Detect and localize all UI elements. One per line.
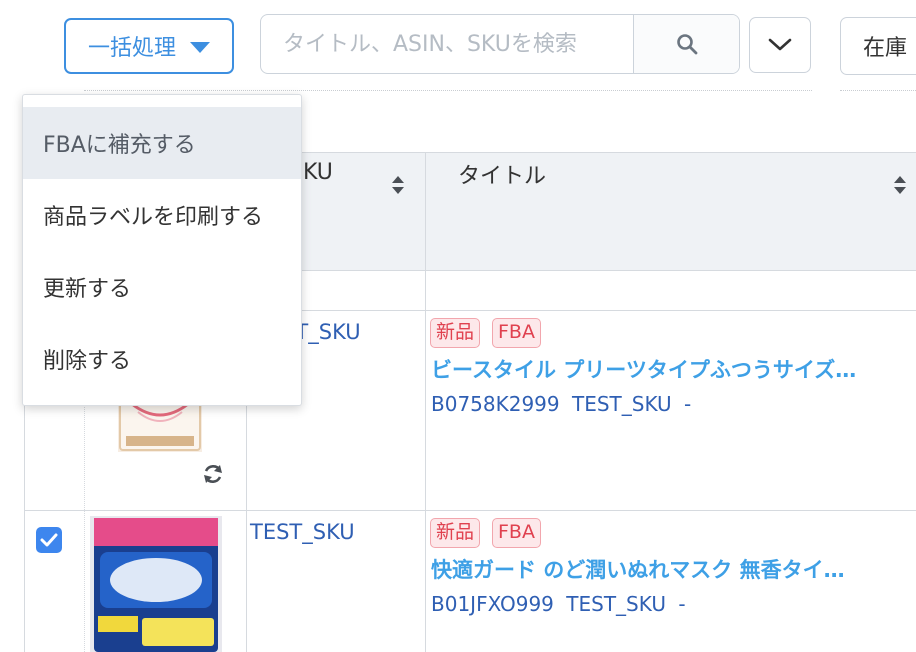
bulk-action-label: 一括処理 xyxy=(87,35,176,60)
divider xyxy=(84,90,812,91)
product-meta: B0758K2999 TEST_SKU - xyxy=(431,392,691,416)
extra-meta: - xyxy=(684,392,692,416)
badge-fba: FBA xyxy=(492,518,541,548)
search-input[interactable] xyxy=(261,15,633,73)
sort-icon[interactable] xyxy=(894,176,906,194)
menu-item-replenish-fba[interactable]: FBAに補充する xyxy=(23,107,301,179)
asin[interactable]: B0758K2999 xyxy=(431,392,560,416)
stock-filter-label: 在庫 xyxy=(863,36,908,61)
divider xyxy=(840,90,916,91)
sku-meta: TEST_SKU xyxy=(566,592,666,616)
bulk-action-button[interactable]: 一括処理 xyxy=(64,18,234,74)
row-divider xyxy=(24,510,916,511)
product-title-link[interactable]: 快適ガード のど潤いぬれマスク 無香タイ… xyxy=(431,554,845,584)
sku-meta: TEST_SKU xyxy=(572,392,672,416)
bulk-action-menu: FBAに補充する 商品ラベルを印刷する 更新する 削除する xyxy=(22,94,302,406)
column-divider xyxy=(425,152,426,652)
refresh-icon[interactable] xyxy=(201,462,225,486)
product-thumbnail[interactable] xyxy=(90,516,222,652)
chevron-down-icon xyxy=(768,38,792,51)
checkmark-icon xyxy=(40,533,58,547)
badge-fba: FBA xyxy=(492,318,541,348)
menu-item-update[interactable]: 更新する xyxy=(23,251,301,323)
product-meta: B01JFXO999 TEST_SKU - xyxy=(431,592,686,616)
badge-condition: 新品 xyxy=(430,518,481,548)
product-title-link[interactable]: ビースタイル プリーツタイプふつうサイズ… xyxy=(431,354,856,384)
menu-item-print-labels[interactable]: 商品ラベルを印刷する xyxy=(23,179,301,251)
sku-cell[interactable]: TEST_SKU xyxy=(250,520,355,544)
stock-filter-button[interactable]: 在庫 xyxy=(840,17,916,75)
search-icon xyxy=(676,34,697,55)
extra-meta: - xyxy=(678,592,686,616)
search-box xyxy=(260,14,740,74)
search-button[interactable] xyxy=(633,15,739,73)
sort-icon[interactable] xyxy=(392,176,404,194)
row-checkbox[interactable] xyxy=(36,527,62,553)
filter-toggle-button[interactable] xyxy=(749,17,811,73)
caret-down-icon xyxy=(190,42,210,53)
asin[interactable]: B01JFXO999 xyxy=(431,592,554,616)
menu-item-delete[interactable]: 削除する xyxy=(23,323,301,395)
product-image xyxy=(90,516,222,652)
badge-condition: 新品 xyxy=(430,318,481,348)
column-header-title[interactable]: タイトル xyxy=(458,158,546,190)
